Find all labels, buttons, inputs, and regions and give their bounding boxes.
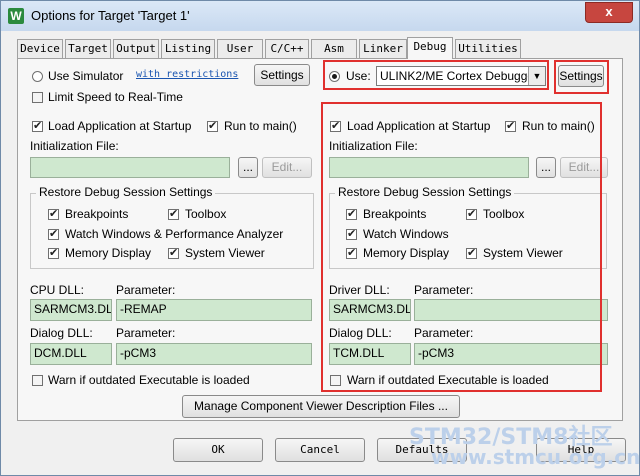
left-init-file-label: Initialization File: bbox=[30, 139, 119, 153]
left-browse-button[interactable]: ... bbox=[238, 157, 258, 178]
debug-options-highlight-box bbox=[321, 102, 602, 392]
tab-device[interactable]: Device bbox=[17, 39, 63, 58]
close-button[interactable]: x bbox=[585, 2, 633, 23]
settings-highlight-box bbox=[554, 60, 609, 94]
tab-c-cpp[interactable]: C/C++ bbox=[265, 39, 309, 58]
left-toolbox-checkbox[interactable] bbox=[168, 207, 179, 220]
tab-utilities[interactable]: Utilities bbox=[455, 39, 521, 58]
left-dialog-dll-input[interactable]: DCM.DLL bbox=[30, 343, 112, 365]
use-simulator-radio[interactable] bbox=[32, 71, 43, 82]
tab-listing[interactable]: Listing bbox=[161, 39, 215, 58]
tab-asm[interactable]: Asm bbox=[311, 39, 357, 58]
left-init-file-input[interactable] bbox=[30, 157, 230, 178]
left-memory-checkbox[interactable] bbox=[48, 246, 59, 259]
cpu-dll-param-label: Parameter: bbox=[116, 283, 176, 297]
left-breakpoints-checkbox[interactable] bbox=[48, 207, 59, 220]
ok-button[interactable]: OK bbox=[173, 438, 263, 462]
left-toolbox-label: Toolbox bbox=[185, 207, 227, 221]
left-run-to-main-checkbox[interactable] bbox=[207, 119, 218, 132]
cancel-button[interactable]: Cancel bbox=[275, 438, 365, 462]
tab-linker[interactable]: Linker bbox=[359, 39, 407, 58]
limit-speed-label: Limit Speed to Real-Time bbox=[48, 90, 183, 104]
left-edit-button[interactable]: Edit... bbox=[262, 157, 312, 178]
tab-output[interactable]: Output bbox=[113, 39, 159, 58]
left-run-to-main-label: Run to main() bbox=[224, 119, 297, 133]
cpu-dll-input[interactable]: SARMCM3.DLL bbox=[30, 299, 112, 321]
left-warn-label: Warn if outdated Executable is loaded bbox=[48, 373, 250, 387]
site-watermark: STM32/STM8社区 www.stmcu.org.cn bbox=[409, 419, 640, 475]
tab-debug[interactable]: Debug bbox=[407, 37, 453, 59]
debugger-highlight-box bbox=[323, 60, 549, 90]
tab-target[interactable]: Target bbox=[65, 39, 111, 58]
limit-speed-checkbox[interactable] bbox=[32, 92, 43, 103]
left-dialog-dll-label: Dialog DLL: bbox=[30, 326, 93, 340]
keil-app-icon: W bbox=[8, 8, 24, 24]
with-restrictions-link[interactable]: with restrictions bbox=[136, 69, 238, 80]
debug-panel: Use Simulator with restrictions Settings… bbox=[17, 58, 623, 421]
left-watch-checkbox[interactable] bbox=[48, 227, 59, 240]
cpu-dll-param-input[interactable]: -REMAP bbox=[116, 299, 312, 321]
left-load-app-label: Load Application at Startup bbox=[48, 119, 192, 133]
left-memory-label: Memory Display bbox=[65, 246, 152, 260]
left-restore-group-title: Restore Debug Session Settings bbox=[36, 185, 216, 199]
watermark-url: www.stmcu.org.cn bbox=[431, 445, 640, 469]
left-breakpoints-label: Breakpoints bbox=[65, 207, 129, 221]
cpu-dll-label: CPU DLL: bbox=[30, 283, 85, 297]
left-system-viewer-label: System Viewer bbox=[185, 246, 265, 260]
manage-component-viewer-button[interactable]: Manage Component Viewer Description File… bbox=[182, 395, 460, 418]
left-dialog-param-label: Parameter: bbox=[116, 326, 176, 340]
simulator-settings-button[interactable]: Settings bbox=[254, 64, 310, 86]
window-title: Options for Target 'Target 1' bbox=[31, 8, 190, 23]
left-load-app-checkbox[interactable] bbox=[32, 119, 43, 132]
left-watch-label: Watch Windows & Performance Analyzer bbox=[65, 227, 284, 241]
options-dialog: W Options for Target 'Target 1' x Device… bbox=[0, 0, 640, 476]
left-warn-checkbox[interactable] bbox=[32, 375, 43, 386]
use-simulator-label[interactable]: Use Simulator bbox=[48, 69, 123, 83]
left-dialog-param-input[interactable]: -pCM3 bbox=[116, 343, 312, 365]
title-bar[interactable]: W Options for Target 'Target 1' x bbox=[1, 1, 639, 31]
left-system-viewer-checkbox[interactable] bbox=[168, 246, 179, 259]
tab-user[interactable]: User bbox=[217, 39, 263, 58]
